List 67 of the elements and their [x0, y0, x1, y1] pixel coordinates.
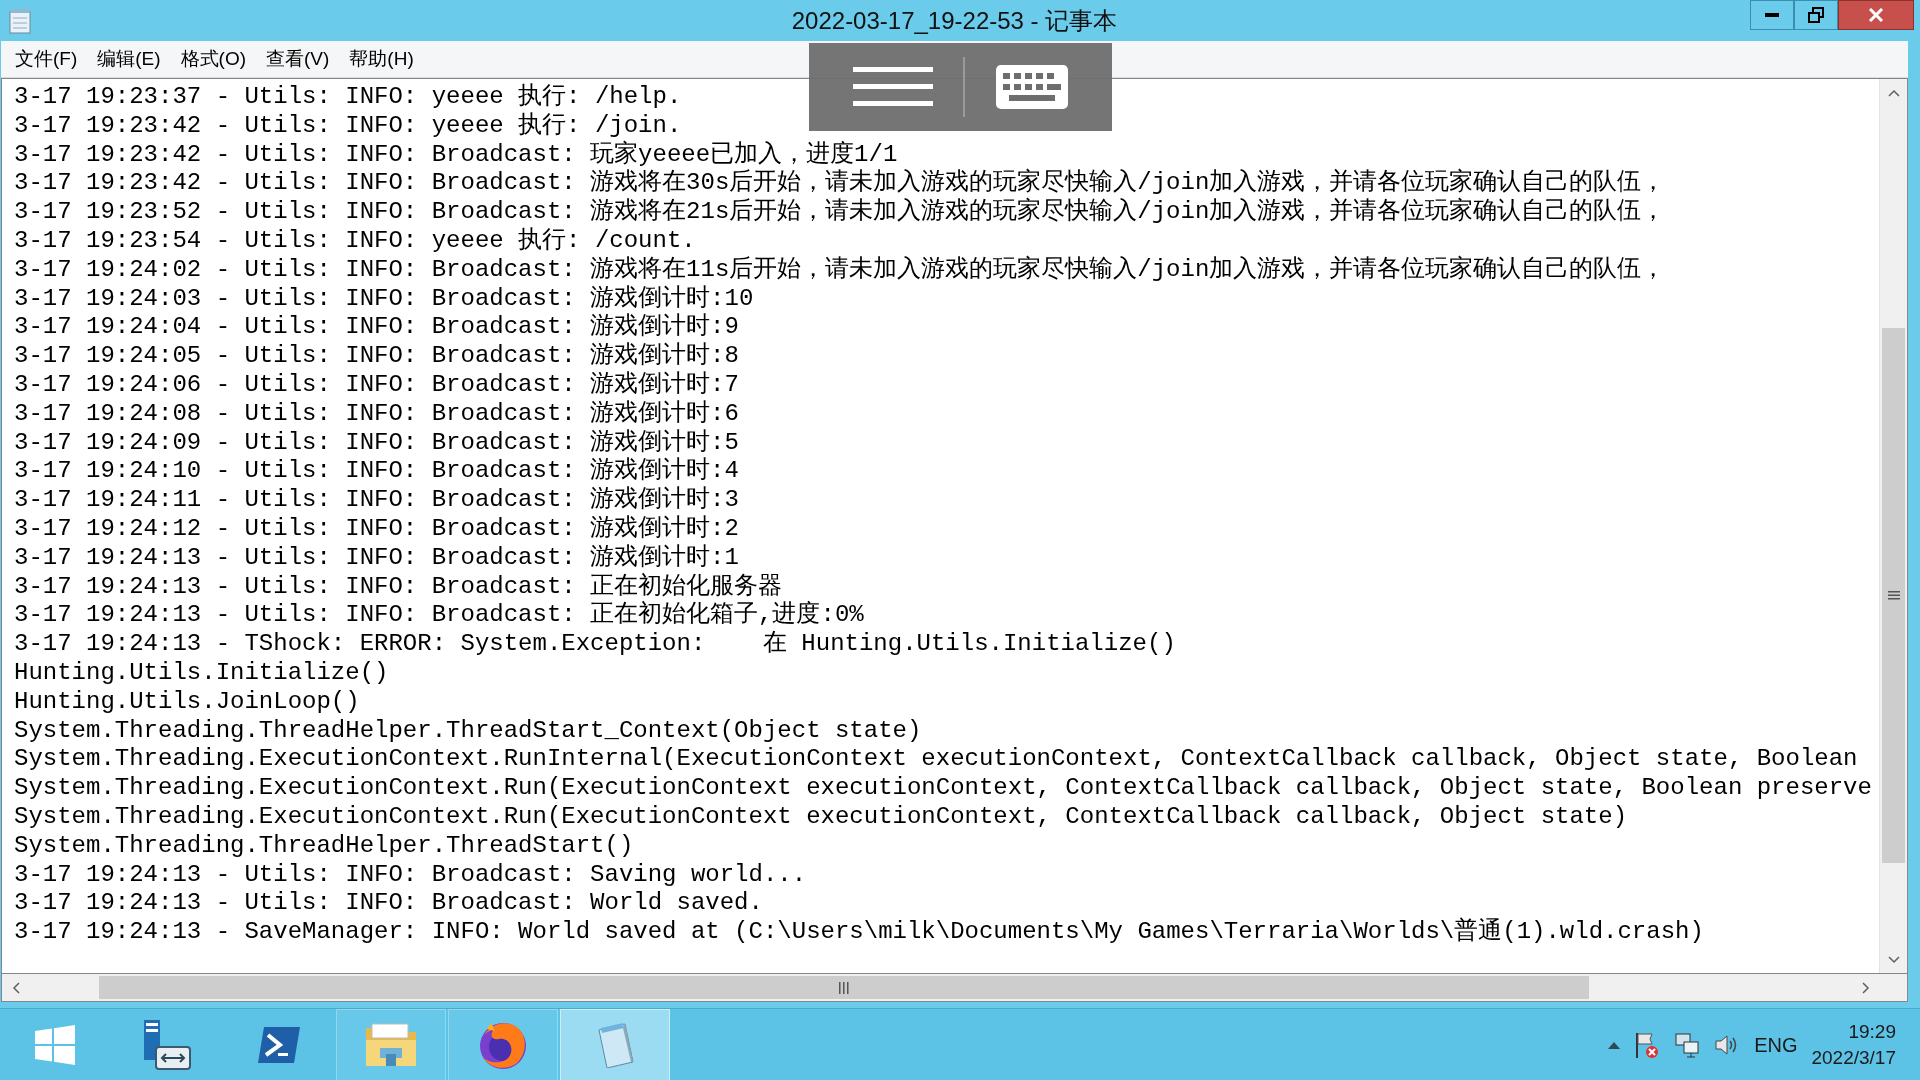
language-indicator[interactable]: ENG	[1754, 1029, 1798, 1060]
clock-time: 19:29	[1848, 1019, 1896, 1044]
notepad-icon	[9, 7, 31, 34]
text-line: 3-17 19:24:13 - Utils: INFO: Broadcast: 正在初始化箱子,进度:0%	[14, 601, 864, 631]
menu-icon[interactable]	[852, 65, 933, 109]
scroll-down-icon[interactable]	[1887, 955, 1900, 964]
grip-icon	[839, 981, 849, 994]
clock-date: 2022/3/17	[1811, 1045, 1896, 1070]
scroll-right-icon[interactable]	[1861, 981, 1870, 994]
minimize-button[interactable]	[1750, 0, 1794, 30]
text-line: 3-17 19:24:13 - Utils: INFO: Broadcast: 正在初始化服务器	[14, 572, 783, 601]
vertical-scrollbar[interactable]	[1879, 79, 1907, 973]
text-line: 3-17 19:24:06 - Utils: INFO: Broadcast: 游戏倒计时:7	[14, 370, 739, 400]
text-line: 3-17 19:23:42 - Utils: INFO: Broadcast: 玩家yeeee已加入，进度1/1	[14, 140, 898, 169]
text-line: 3-17 19:23:42 - Utils: INFO: Broadcast: 游戏将在30s后开始，请未加入游戏的玩家尽快输入/join加入游戏，并请各位玩家确认自己的队伍，	[14, 169, 1666, 197]
text-line: 3-17 19:24:08 - Utils: INFO: Broadcast: 游戏倒计时:6	[14, 399, 739, 429]
text-line: System.Threading.ExecutionContext.Run(ExecutionContext executionContext, ContextCallback callback, Object state, Boolean preserve	[14, 774, 1872, 803]
text-line: System.Threading.ThreadHelper.ThreadStart()	[14, 831, 634, 861]
network-icon[interactable]	[1674, 1031, 1701, 1058]
text-line: 3-17 19:24:09 - Utils: INFO: Broadcast: 游戏倒计时:5	[14, 428, 739, 457]
flag-icon[interactable]	[1634, 1030, 1661, 1059]
scroll-up-icon[interactable]	[1887, 88, 1900, 97]
text-line: 3-17 19:24:03 - Utils: INFO: Broadcast: 游戏倒计时:10	[14, 284, 754, 313]
text-line: 3-17 19:24:10 - Utils: INFO: Broadcast: 游戏倒计时:4	[14, 457, 739, 486]
text-line: 3-17 19:24:12 - Utils: INFO: Broadcast: 游戏倒计时:2	[14, 514, 739, 544]
text-line: 3-17 19:24:13 - SaveManager: INFO: World saved at (C:\Users\milk\Documents\My Games\Terraria\Worlds\普通(1).wld.crash)	[14, 918, 1704, 947]
taskbar-app[interactable]	[448, 1008, 558, 1080]
close-icon	[1868, 8, 1884, 22]
text-line: 3-17 19:24:13 - Utils: INFO: Broadcast: 游戏倒计时:1	[14, 543, 739, 573]
grip-icon	[1887, 591, 1900, 600]
text-line: System.Threading.ExecutionContext.Run(ExecutionContext executionContext, ContextCallback callback, Object state)	[14, 802, 1628, 832]
text-line: 3-17 19:23:54 - Utils: INFO: yeeee 执行: /count.	[14, 227, 696, 256]
terminal-icon	[256, 1024, 302, 1065]
menu-item[interactable]: 帮助(H)	[339, 42, 424, 76]
text-line: Hunting.Utils.JoinLoop()	[14, 687, 360, 717]
menu-item[interactable]: 编辑(E)	[87, 42, 171, 76]
text-line: 3-17 19:23:37 - Utils: INFO: yeeee 执行: /help.	[14, 83, 682, 112]
up-arrow-icon[interactable]	[1608, 1040, 1621, 1049]
close-button[interactable]	[1838, 0, 1914, 30]
scroll-left-icon[interactable]	[11, 981, 20, 994]
text-line: 3-17 19:24:13 - Utils: INFO: Broadcast: Saving world...	[14, 860, 807, 890]
minimize-icon	[1765, 13, 1779, 17]
text-line: System.Threading.ExecutionContext.RunInternal(ExecutionContext executionContext, ContextCallback callback, Object state, Boolean	[14, 745, 1858, 775]
restore-button[interactable]	[1794, 0, 1838, 30]
menu-item[interactable]: 格式(O)	[170, 42, 257, 76]
text-line: 3-17 19:24:11 - Utils: INFO: Broadcast: 游戏倒计时:3	[14, 486, 739, 515]
text-line: 3-17 19:23:42 - Utils: INFO: yeeee 执行: /join.	[14, 111, 682, 140]
folder-icon	[364, 1021, 418, 1068]
text-line: 3-17 19:24:04 - Utils: INFO: Broadcast: 游戏倒计时:9	[14, 313, 739, 342]
scrollbar-thumb[interactable]	[1882, 328, 1905, 863]
menu-item[interactable]: 查看(V)	[256, 42, 340, 76]
taskbar-app[interactable]	[336, 1008, 446, 1080]
text-line: 3-17 19:24:13 - TShock: ERROR: System.Exception: 在 Hunting.Utils.Initialize()	[14, 630, 1176, 659]
text-line: 3-17 19:24:02 - Utils: INFO: Broadcast: 游戏将在11s后开始，请未加入游戏的玩家尽快输入/join加入游戏，并请各位玩家确认自己的队伍，	[14, 255, 1666, 285]
text-line: 3-17 19:24:05 - Utils: INFO: Broadcast: 游戏倒计时:8	[14, 342, 739, 371]
text-line: 3-17 19:24:13 - Utils: INFO: Broadcast: World saved.	[14, 889, 763, 919]
windows-icon	[35, 1024, 75, 1065]
menu-item[interactable]: 文件(F)	[5, 42, 88, 76]
text-line: System.Threading.ThreadHelper.ThreadStart_Context(Object state)	[14, 716, 922, 746]
text-line: 3-17 19:23:52 - Utils: INFO: Broadcast: 游戏将在21s后开始，请未加入游戏的玩家尽快输入/join加入游戏，并请各位玩家确认自己的队伍，	[14, 198, 1666, 227]
server-manager-icon	[142, 1018, 192, 1071]
restore-icon	[1808, 7, 1824, 23]
text-line: Hunting.Utils.Initialize()	[14, 658, 389, 688]
scrollbar-thumb[interactable]	[99, 976, 1589, 999]
keyboard-icon[interactable]	[994, 64, 1069, 110]
window-title: 2022-03-17_19-22-53 - 记事本	[791, 6, 1118, 34]
clock[interactable]: 19:29 2022/3/17	[1811, 1018, 1896, 1071]
